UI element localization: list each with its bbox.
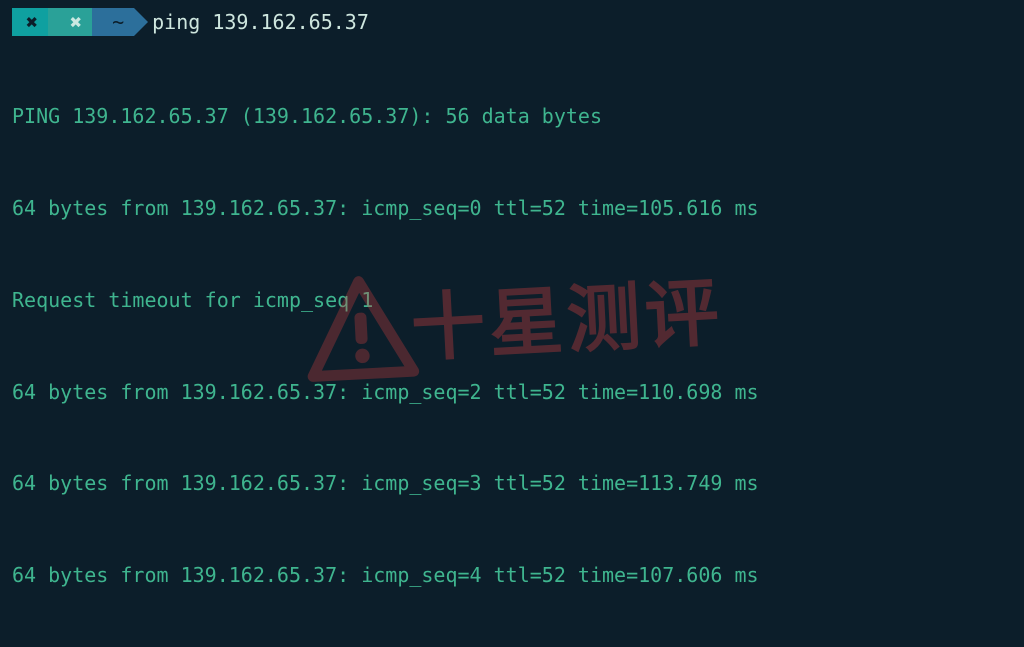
ping-line: 64 bytes from 139.162.65.37: icmp_seq=2 …	[12, 377, 1016, 408]
prompt-status-glyph: ✖	[26, 7, 38, 38]
ping-line: 64 bytes from 139.162.65.37: icmp_seq=4 …	[12, 560, 1016, 591]
ping-line: Request timeout for icmp_seq 1	[12, 285, 1016, 316]
ping-header: PING 139.162.65.37 (139.162.65.37): 56 d…	[12, 101, 1016, 132]
shell-prompt[interactable]: ✖ ✖ ~ ping 139.162.65.37	[12, 6, 1016, 38]
ping-line: 64 bytes from 139.162.65.37: icmp_seq=0 …	[12, 193, 1016, 224]
terminal-output[interactable]: PING 139.162.65.37 (139.162.65.37): 56 d…	[12, 40, 1016, 647]
ping-line: 64 bytes from 139.162.65.37: icmp_seq=3 …	[12, 468, 1016, 499]
prompt-path-segment: ~	[92, 8, 134, 36]
prompt-user-glyph: ✖	[70, 7, 82, 38]
prompt-user-segment: ✖	[48, 8, 92, 36]
command-input[interactable]: ping 139.162.65.37	[152, 7, 369, 38]
prompt-status-segment: ✖	[12, 8, 48, 36]
prompt-path: ~	[112, 7, 124, 38]
